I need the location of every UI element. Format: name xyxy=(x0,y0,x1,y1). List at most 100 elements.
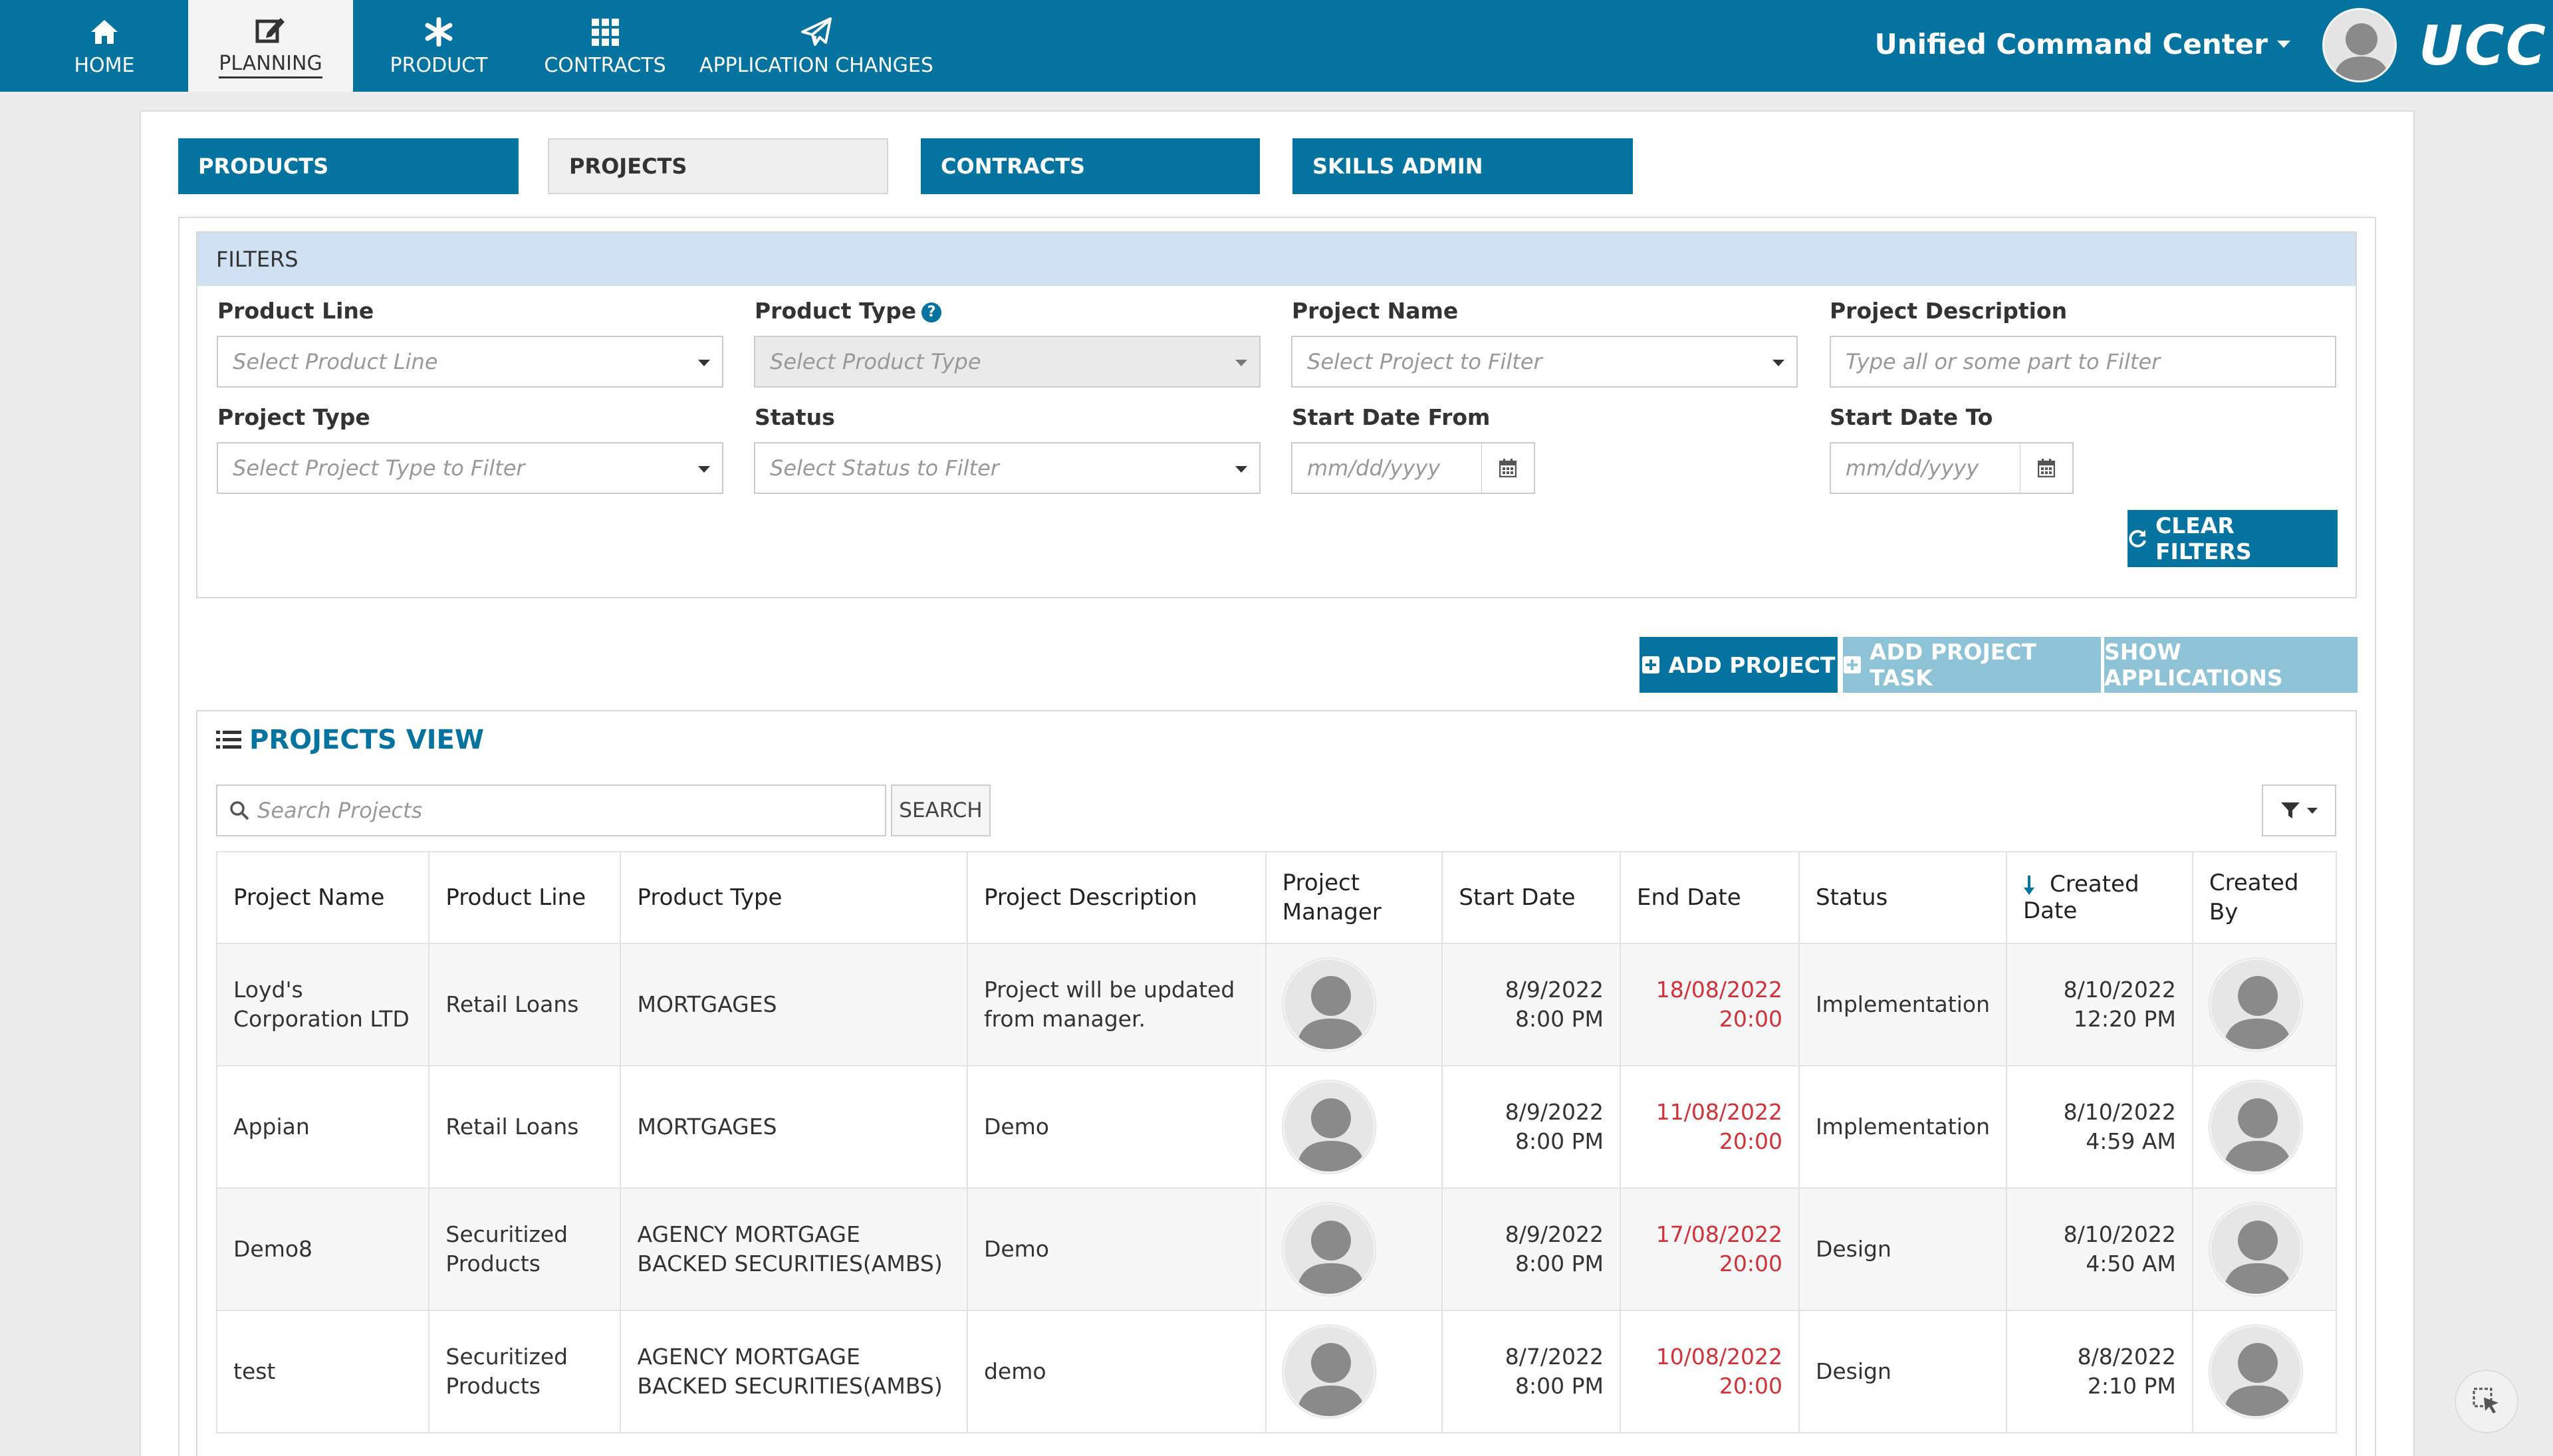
chevron-down-icon xyxy=(1235,466,1247,473)
column-header[interactable]: Project Name xyxy=(215,851,430,944)
user-avatar[interactable] xyxy=(2322,8,2397,82)
add-project-task-label: ADD PROJECT TASK xyxy=(1870,639,2037,691)
column-header[interactable]: Created By xyxy=(2191,851,2338,944)
help-icon[interactable]: ? xyxy=(921,302,942,322)
status-select[interactable]: Select Status to Filter xyxy=(754,442,1261,494)
nav-tab-contracts[interactable]: CONTRACTS xyxy=(532,0,678,92)
subtab-products[interactable]: PRODUCTS xyxy=(178,138,519,194)
nav-tab-product[interactable]: PRODUCT xyxy=(372,0,505,92)
chevron-down-icon xyxy=(1772,360,1784,366)
project-name-placeholder: Select Project to Filter xyxy=(1307,349,1542,374)
cell-project-name[interactable]: test xyxy=(215,1310,430,1433)
column-header[interactable]: Product Type xyxy=(620,851,968,944)
cell-status: Implementation xyxy=(1798,1065,2008,1189)
clear-filters-button[interactable]: CLEAR FILTERS xyxy=(2128,510,2338,567)
product-line-placeholder: Select Product Line xyxy=(233,349,438,374)
cell-created-by xyxy=(2191,943,2338,1066)
cell-project-description: Demo xyxy=(966,1187,1267,1311)
projects-view-title-text: PROJECTS VIEW xyxy=(249,725,484,755)
clear-filters-label: CLEAR FILTERS xyxy=(2155,513,2252,564)
projects-table: Project Name Product Line Product Type P… xyxy=(215,851,2338,1433)
cell-product-type: MORTGAGES xyxy=(620,1065,968,1189)
cell-project-name[interactable]: Loyd's Corporation LTD xyxy=(215,943,430,1066)
avatar xyxy=(2209,1203,2302,1296)
start-date-to-label: Start Date To xyxy=(1830,404,1993,430)
cell-project-description: demo xyxy=(966,1310,1267,1433)
table-header-row: Project Name Product Line Product Type P… xyxy=(215,851,2338,944)
show-applications-button[interactable]: SHOW APPLICATIONS xyxy=(2104,637,2358,693)
cell-product-type: MORTGAGES xyxy=(620,943,968,1066)
project-type-select[interactable]: Select Project Type to Filter xyxy=(217,442,723,494)
cell-status: Implementation xyxy=(1798,943,2008,1066)
add-project-task-button[interactable]: ADD PROJECT TASK xyxy=(1843,637,2101,693)
cell-project-description: Project will be updated from manager. xyxy=(966,943,1267,1066)
product-type-placeholder: Select Product Type xyxy=(770,349,981,374)
product-type-select[interactable]: Select Product Type xyxy=(754,336,1261,388)
paper-plane-icon xyxy=(800,15,832,49)
cell-end-date: 18/08/2022 20:00 xyxy=(1619,943,1800,1066)
table-row[interactable]: test Securitized Products AGENCY MORTGAGE … xyxy=(215,1310,2338,1433)
top-nav: HOME PLANNING PRODUCT CONTRACTS APPLICAT… xyxy=(0,0,2553,92)
column-header[interactable]: Project Description xyxy=(966,851,1267,944)
nav-tab-home[interactable]: HOME xyxy=(48,0,161,92)
product-line-select[interactable]: Select Product Line xyxy=(217,336,723,388)
subtab-skills-admin[interactable]: SKILLS ADMIN xyxy=(1292,138,1633,194)
sort-desc-icon xyxy=(2023,875,2035,896)
cursor-select-icon[interactable] xyxy=(2455,1370,2518,1433)
table-row[interactable]: Loyd's Corporation LTD Retail Loans MORTGA… xyxy=(215,943,2338,1066)
asterisk-icon xyxy=(424,15,453,49)
product-line-label: Product Line xyxy=(217,298,374,324)
status-placeholder: Select Status to Filter xyxy=(770,455,999,481)
column-header[interactable]: Project Manager xyxy=(1265,851,1443,944)
chevron-down-icon xyxy=(2307,807,2318,814)
edit-icon xyxy=(255,13,286,47)
start-date-to-input[interactable]: mm/dd/yyyy xyxy=(1830,442,2021,494)
cell-project-manager xyxy=(1265,1065,1443,1189)
avatar xyxy=(1282,1080,1376,1173)
cell-product-type: AGENCY MORTGAGE BACKED SECURITIES(AMBS) xyxy=(620,1310,968,1433)
subtab-contracts[interactable]: CONTRACTS xyxy=(921,138,1260,194)
column-header[interactable]: Product Line xyxy=(428,851,622,944)
nav-tab-label: HOME xyxy=(74,53,135,77)
column-header-label: Created Date xyxy=(2023,871,2139,924)
cell-project-description: Demo xyxy=(966,1065,1267,1189)
avatar xyxy=(2209,1325,2302,1418)
column-header[interactable]: Start Date xyxy=(1441,851,1621,944)
column-filter-button[interactable] xyxy=(2262,785,2336,836)
cell-project-manager xyxy=(1265,1187,1443,1311)
search-icon xyxy=(229,800,249,820)
app-title-dropdown[interactable]: Unified Command Center xyxy=(1875,28,2290,61)
cell-product-type: AGENCY MORTGAGE BACKED SECURITIES(AMBS) xyxy=(620,1187,968,1311)
search-button[interactable]: SEARCH xyxy=(891,785,991,836)
cell-end-date: 11/08/2022 20:00 xyxy=(1619,1065,1800,1189)
project-name-select[interactable]: Select Project to Filter xyxy=(1291,336,1798,388)
search-placeholder: Search Projects xyxy=(257,798,423,823)
calendar-icon[interactable] xyxy=(1482,442,1535,494)
column-header[interactable]: End Date xyxy=(1619,851,1800,944)
add-project-button[interactable]: ADD PROJECT xyxy=(1640,637,1838,693)
subtab-projects[interactable]: PROJECTS xyxy=(548,138,888,194)
calendar-icon[interactable] xyxy=(2020,442,2074,494)
column-header-created-date[interactable]: Created Date xyxy=(2006,851,2193,944)
table-row[interactable]: Appian Retail Loans MORTGAGES Demo 8/9/2022 … xyxy=(215,1065,2338,1189)
projects-view-title: PROJECTS VIEW xyxy=(216,725,484,755)
grid-icon xyxy=(590,15,620,49)
search-input[interactable]: Search Projects xyxy=(216,785,886,836)
nav-tab-planning[interactable]: PLANNING xyxy=(188,0,353,92)
avatar xyxy=(1282,1203,1376,1296)
project-description-input[interactable]: Type all or some part to Filter xyxy=(1830,336,2336,388)
project-type-placeholder: Select Project Type to Filter xyxy=(233,455,525,481)
home-icon xyxy=(90,15,119,49)
cell-project-name[interactable]: Demo8 xyxy=(215,1187,430,1311)
cell-project-manager xyxy=(1265,1310,1443,1433)
nav-tab-label: PLANNING xyxy=(219,52,322,78)
start-date-from-placeholder: mm/dd/yyyy xyxy=(1307,455,1441,481)
cell-status: Design xyxy=(1798,1310,2008,1433)
project-name-label: Project Name xyxy=(1292,298,1459,324)
table-row[interactable]: Demo8 Securitized Products AGENCY MORTGAGE… xyxy=(215,1187,2338,1311)
start-date-from-input[interactable]: mm/dd/yyyy xyxy=(1291,442,1483,494)
column-header[interactable]: Status xyxy=(1798,851,2008,944)
chevron-down-icon xyxy=(1235,360,1247,366)
nav-tab-application-changes[interactable]: APPLICATION CHANGES xyxy=(698,0,935,92)
cell-project-name[interactable]: Appian xyxy=(215,1065,430,1189)
